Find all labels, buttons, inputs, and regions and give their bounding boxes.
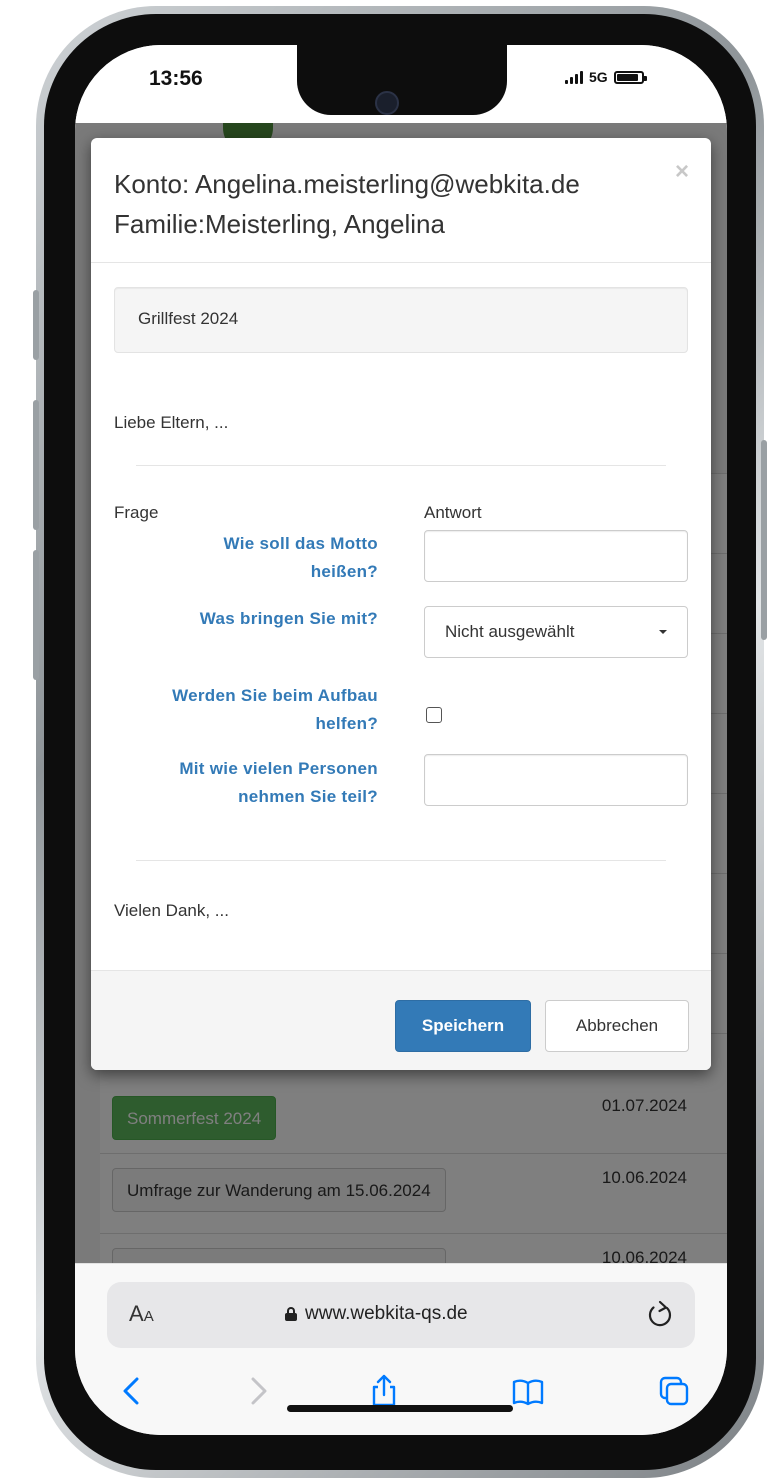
modal-title: Konto: Angelina.meisterling@webkita.de F… xyxy=(114,164,580,244)
question-text: Mit wie vielen Personen xyxy=(179,759,378,778)
divider xyxy=(136,465,666,466)
share-icon[interactable] xyxy=(367,1374,401,1408)
battery-icon xyxy=(613,70,647,84)
phone-screen: 13:56 5G Sommerfest 2024 01.07.2024 Umfr… xyxy=(75,45,727,1435)
question-label-personen: Mit wie vielen Personen nehmen Sie teil? xyxy=(91,755,378,811)
modal-footer: Speichern Abbrechen xyxy=(91,970,711,1070)
url-text: www.webkita-qs.de xyxy=(305,1303,468,1324)
back-icon[interactable] xyxy=(115,1374,149,1408)
status-indicators: 5G xyxy=(565,69,647,85)
front-camera xyxy=(375,91,399,115)
divider xyxy=(136,860,666,861)
signal-icon xyxy=(565,70,583,84)
cancel-button[interactable]: Abbrechen xyxy=(545,1000,689,1052)
question-label-mitbringen: Was bringen Sie mit? xyxy=(91,605,378,633)
lock-icon xyxy=(285,1307,297,1321)
modal-header: Konto: Angelina.meisterling@webkita.de F… xyxy=(91,138,711,263)
close-icon[interactable]: × xyxy=(675,158,689,186)
status-time: 13:56 xyxy=(149,67,203,90)
home-indicator xyxy=(287,1405,513,1412)
phone-volume-up xyxy=(33,400,39,530)
intro-text: Liebe Eltern, ... xyxy=(114,413,229,432)
select-value: Nicht ausgewählt xyxy=(445,622,575,641)
personen-input[interactable] xyxy=(424,754,688,806)
forward-icon[interactable] xyxy=(241,1374,275,1408)
aa-label: A xyxy=(129,1301,144,1326)
text-size-button[interactable]: AA xyxy=(129,1301,154,1327)
address-bar[interactable]: AA www.webkita-qs.de xyxy=(107,1282,695,1348)
question-text: Wie soll das Motto xyxy=(223,534,378,553)
question-text: Was bringen Sie mit? xyxy=(199,609,378,628)
question-text: nehmen Sie teil? xyxy=(238,787,378,806)
question-text: heißen? xyxy=(310,562,378,581)
answer-column-header: Antwort xyxy=(424,503,482,522)
phone-volume-down xyxy=(33,550,39,680)
bookmarks-icon[interactable] xyxy=(511,1374,545,1408)
caret-down-icon xyxy=(659,630,667,634)
question-text: helfen? xyxy=(315,714,378,733)
reload-icon[interactable] xyxy=(643,1298,677,1332)
event-name-well: Grillfest 2024 xyxy=(114,287,688,353)
network-label: 5G xyxy=(589,69,608,85)
question-label-motto: Wie soll das Motto heißen? xyxy=(91,530,378,586)
question-text: Werden Sie beim Aufbau xyxy=(172,686,378,705)
aa-label-small: A xyxy=(143,1308,154,1325)
question-column-header: Frage xyxy=(114,503,159,522)
question-label-aufbau: Werden Sie beim Aufbau helfen? xyxy=(91,682,378,738)
phone-side-button xyxy=(33,290,39,360)
aufbau-checkbox[interactable] xyxy=(426,707,442,723)
url-display[interactable]: www.webkita-qs.de xyxy=(285,1303,468,1325)
phone-power-button xyxy=(761,440,767,640)
family-line: Familie:Meisterling, Angelina xyxy=(114,209,445,239)
event-name: Grillfest 2024 xyxy=(138,309,239,328)
motto-input[interactable] xyxy=(424,530,688,582)
survey-modal: Konto: Angelina.meisterling@webkita.de F… xyxy=(91,138,711,1070)
tabs-icon[interactable] xyxy=(657,1374,691,1408)
notch xyxy=(297,45,507,115)
account-line: Konto: Angelina.meisterling@webkita.de xyxy=(114,169,580,199)
save-button[interactable]: Speichern xyxy=(395,1000,531,1052)
mitbringen-select[interactable]: Nicht ausgewählt xyxy=(424,606,688,658)
outro-text: Vielen Dank, ... xyxy=(114,901,229,920)
